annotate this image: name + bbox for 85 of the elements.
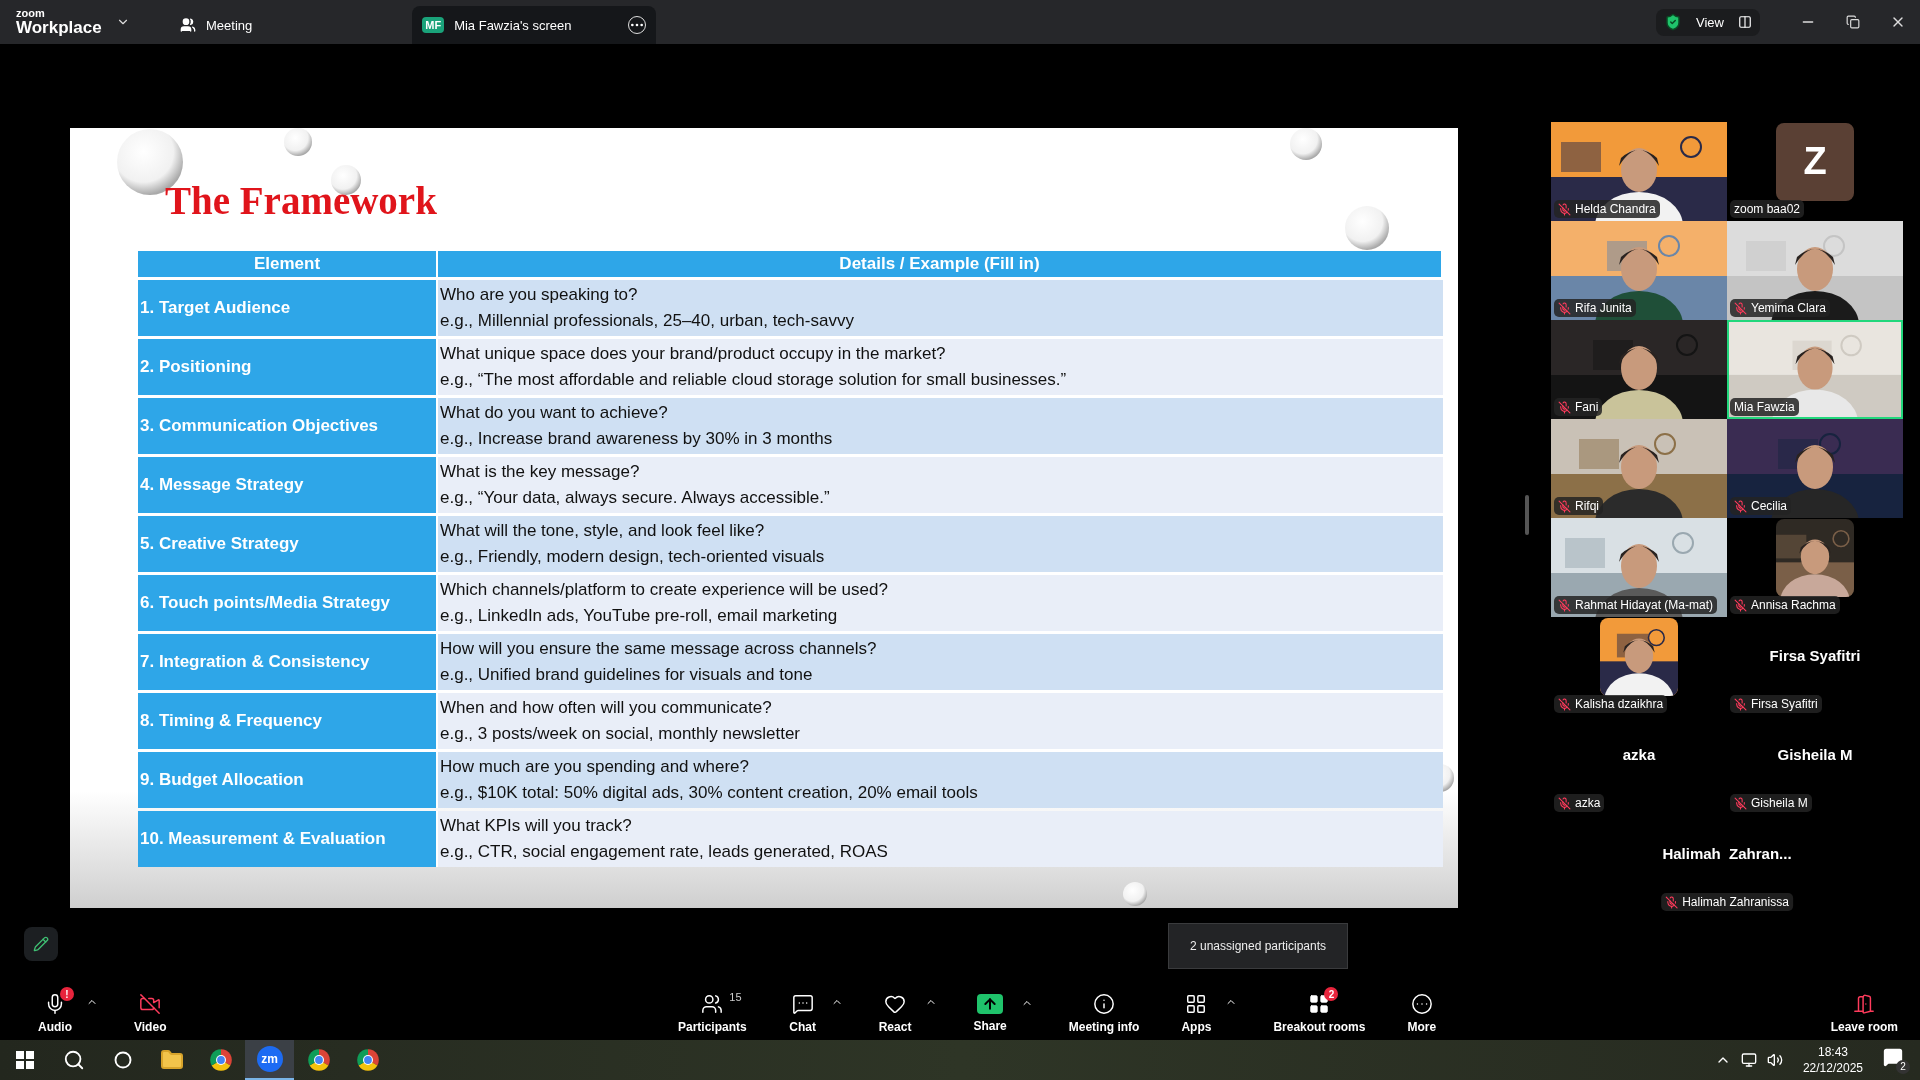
- name-label: azka: [1554, 794, 1605, 812]
- name-label: Gisheila M: [1730, 794, 1812, 812]
- name-label: Kalisha dzaikhra: [1554, 695, 1668, 713]
- participant-name: Firsa Syafitri: [1769, 647, 1861, 664]
- share-button[interactable]: Share: [963, 987, 1017, 1033]
- table-cell: How will you ensure the same message across channels? e.g., Unified brand guidelines for visuals and tone: [438, 634, 1443, 690]
- info-button[interactable]: Meeting info: [1058, 986, 1150, 1034]
- chat-button[interactable]: Chat: [778, 986, 827, 1034]
- table-cell: 1. Target Audience: [138, 280, 438, 336]
- table-cell: Who are you speaking to? e.g., Millennial professionals, 25–40, urban, tech-savvy: [438, 280, 1443, 336]
- column-header: Details / Example (Fill in): [438, 251, 1443, 277]
- avatar-badge: MF: [422, 17, 445, 33]
- taskbar-app[interactable]: zm: [245, 1040, 294, 1080]
- name-label: Rifqi: [1554, 497, 1603, 515]
- people-icon: [180, 17, 196, 33]
- table-cell: 4. Message Strategy: [138, 457, 438, 513]
- avatar-letter: Z: [1776, 122, 1854, 201]
- participants-button[interactable]: 15 Participants: [668, 986, 757, 1034]
- tab[interactable]: MF Mia Fawzia's screen: [412, 6, 657, 44]
- participant-name: Gisheila M: [1777, 746, 1853, 763]
- table-cell: 8. Timing & Frequency: [138, 693, 438, 749]
- table-cell: Which channels/platform to create experience will be used? e.g., LinkedIn ads, YouTube pre-roll, email marketing: [438, 575, 1443, 631]
- table-cell: 5. Creative Strategy: [138, 516, 438, 572]
- heart-icon: [884, 993, 907, 1015]
- table-cell: What is the key message? e.g., “Your data, always secure. Always accessible.”: [438, 457, 1443, 513]
- table-cell: 9. Budget Allocation: [138, 752, 438, 808]
- leave-button[interactable]: Leave room: [1820, 986, 1908, 1034]
- name-label: Mia Fawzia: [1730, 398, 1799, 416]
- volume-icon[interactable]: [1766, 1052, 1783, 1068]
- camera-off-icon: [139, 993, 162, 1015]
- layout-icon: [1737, 15, 1752, 29]
- table-cell: When and how often will you communicate? e.g., 3 posts/week on social, monthly newsletter: [438, 693, 1443, 749]
- table-cell: 6. Touch points/Media Strategy: [138, 575, 438, 631]
- participant-name: Halimah Zahran...: [1662, 845, 1792, 862]
- name-label: Halimah Zahranissa: [1661, 893, 1793, 911]
- app-logo: zoom Workplace: [16, 8, 103, 36]
- network-icon[interactable]: [1740, 1052, 1757, 1068]
- resize-handle[interactable]: [1525, 495, 1529, 535]
- notification-badge: !: [60, 987, 74, 1001]
- table-cell: How much are you spending and where? e.g., $10K total: 50% digital ads, 30% content creation, 20% email tools: [438, 752, 1443, 808]
- notification-badge: 2: [1324, 987, 1339, 1001]
- shield-icon: [1664, 13, 1682, 31]
- react-button[interactable]: React: [868, 986, 922, 1034]
- tooltip: 2 unassigned participants: [1168, 923, 1348, 969]
- table-cell: What will the tone, style, and look feel like? e.g., Friendly, modern design, tech-oriented visuals: [438, 516, 1443, 572]
- audio-button[interactable]: ! Audio: [28, 986, 82, 1034]
- table-cell: 3. Communication Objectives: [138, 398, 438, 454]
- slide-title: The Framework: [165, 178, 438, 224]
- participant-count: 15: [729, 991, 742, 1003]
- people-icon: [701, 993, 724, 1015]
- pencil-icon[interactable]: [24, 927, 58, 961]
- more-icon: [1410, 993, 1433, 1015]
- folder-icon: [159, 1048, 184, 1072]
- zoom-app-icon: zm: [256, 1046, 283, 1072]
- name-label: Fani: [1554, 398, 1603, 416]
- breakout-button[interactable]: 2 Breakout rooms: [1263, 986, 1376, 1034]
- table-cell: What do you want to achieve? e.g., Increase brand awareness by 30% in 3 months: [438, 398, 1443, 454]
- name-label: Yemima Clara: [1730, 299, 1830, 317]
- table-cell: 2. Positioning: [138, 339, 438, 395]
- restore-icon[interactable]: [1846, 15, 1860, 29]
- table-cell: 10. Measurement & Evaluation: [138, 811, 438, 867]
- video-button[interactable]: Video: [124, 986, 177, 1034]
- name-label: Firsa Syafitri: [1730, 695, 1822, 713]
- table-cell: What KPIs will you track? e.g., CTR, social engagement rate, leads generated, ROAS: [438, 811, 1443, 867]
- browser-icon: [207, 1047, 234, 1073]
- name-label: Annisa Rachma: [1730, 596, 1840, 614]
- door-icon: [1853, 993, 1876, 1015]
- participant-name: azka: [1622, 746, 1656, 763]
- info-icon: [1093, 993, 1116, 1015]
- more-button[interactable]: More: [1397, 986, 1447, 1034]
- apps-button[interactable]: Apps: [1171, 986, 1222, 1034]
- view-button[interactable]: View: [1656, 8, 1760, 36]
- name-label: zoom baa02: [1730, 200, 1805, 218]
- grid-icon: [1308, 993, 1331, 1015]
- tab[interactable]: Meeting: [170, 6, 263, 44]
- name-label: Helda Chandra: [1554, 200, 1660, 218]
- name-label: Rifa Junita: [1554, 299, 1636, 317]
- chat-icon: [791, 993, 814, 1015]
- column-header: Element: [138, 251, 438, 277]
- table-cell: What unique space does your brand/product occupy in the market? e.g., “The most affordable and reliable cloud storage solution for small businesses.”: [438, 339, 1443, 395]
- table-cell: 7. Integration & Consistency: [138, 634, 438, 690]
- browser-icon: [305, 1047, 332, 1073]
- apps-icon: [1185, 993, 1208, 1015]
- browser-icon: [354, 1047, 381, 1073]
- clock[interactable]: 18:43 22/12/2025: [1802, 1044, 1863, 1076]
